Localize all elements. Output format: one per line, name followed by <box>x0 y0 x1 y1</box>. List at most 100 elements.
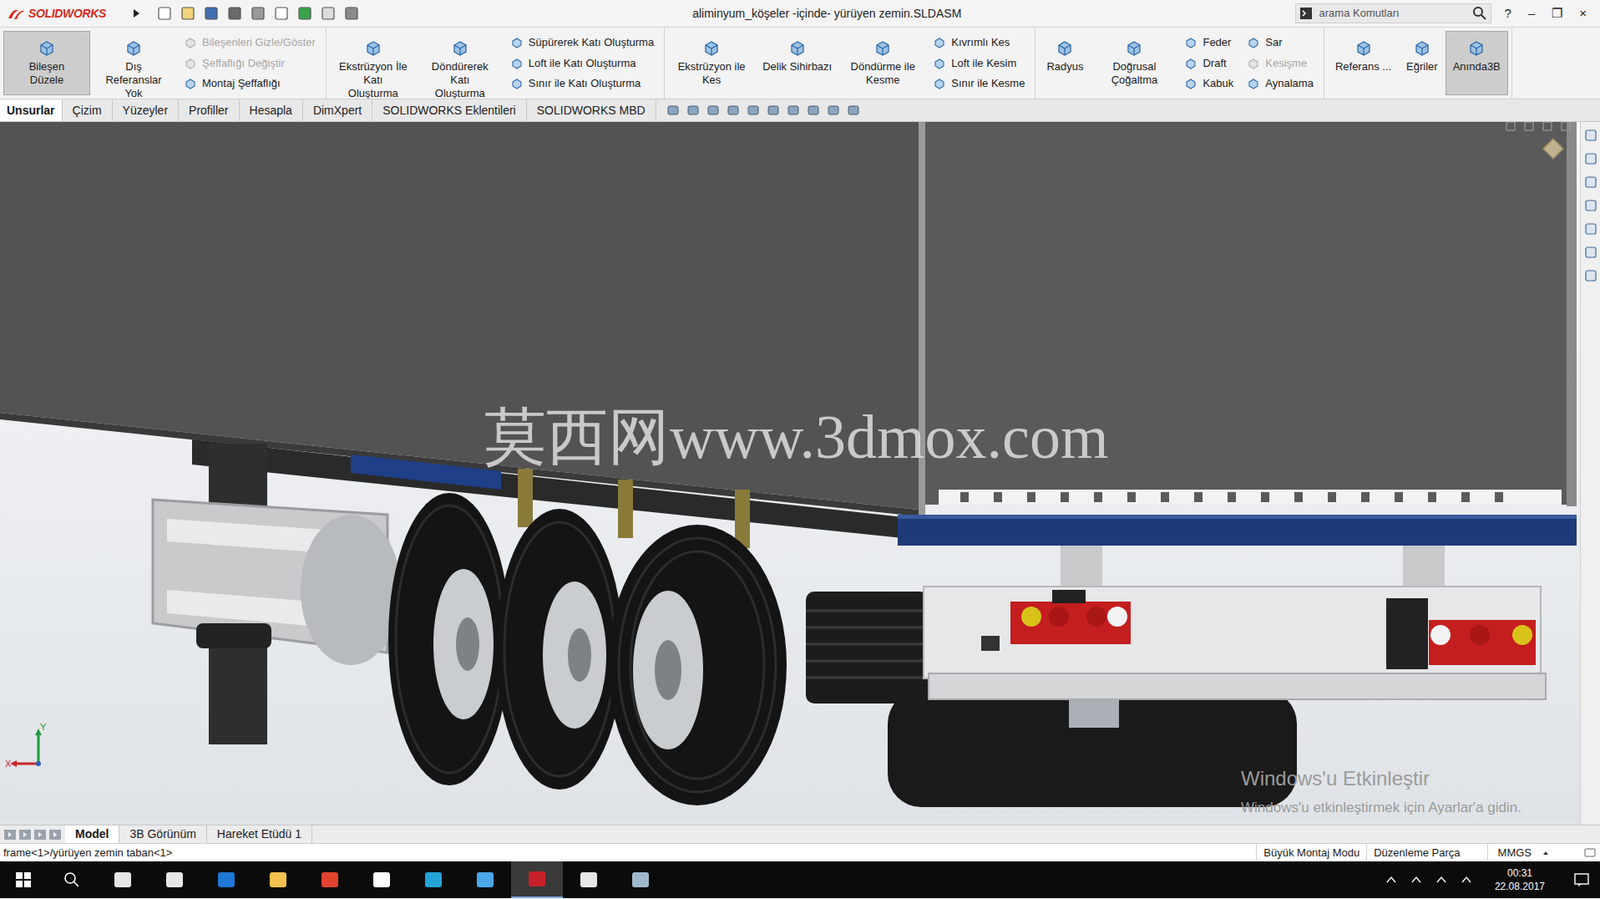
battery-icon[interactable] <box>1409 872 1423 887</box>
ribbon-button[interactable]: Anında3B <box>1445 30 1509 96</box>
last-tab-icon[interactable] <box>48 827 62 841</box>
section-view-icon[interactable] <box>726 103 740 117</box>
file-explorer-icon[interactable] <box>1584 175 1598 189</box>
rebuild-icon[interactable] <box>297 5 313 21</box>
ribbon-small-button[interactable]: Kıvrımlı Kes <box>932 34 1025 51</box>
model-tab[interactable]: Model <box>65 825 120 843</box>
ribbon-button[interactable]: Döndürme ile Kesme <box>839 30 927 96</box>
ribbon-small-button[interactable]: Süpürerek Katı Oluşturma <box>510 34 654 51</box>
taskbar-app[interactable] <box>511 860 563 898</box>
ribbon-small-button[interactable]: Montaj Şeffaflığı <box>183 75 316 92</box>
appearance-icon[interactable] <box>826 103 841 117</box>
help-button[interactable]: ? <box>1501 4 1515 24</box>
status-item[interactable]: MMGS <box>1487 844 1542 861</box>
taskbar-app[interactable] <box>355 860 408 898</box>
ribbon-small-button[interactable]: Feder <box>1184 34 1234 51</box>
ribbon-small-button[interactable]: Draft <box>1184 55 1234 72</box>
command-tab[interactable]: SOLIDWORKS Eklentileri <box>372 99 527 122</box>
wifi-icon[interactable] <box>1434 872 1449 887</box>
unit-menu-icon[interactable] <box>1541 848 1584 857</box>
taskbar-app[interactable] <box>562 860 615 898</box>
zoom-fit-icon[interactable] <box>666 103 680 117</box>
command-tab[interactable]: DimXpert <box>303 99 373 122</box>
taskbar-app[interactable] <box>407 860 460 898</box>
viewport-restore-icon[interactable] <box>1559 121 1572 132</box>
new-icon[interactable] <box>156 5 173 21</box>
expand-menu-icon[interactable] <box>125 8 147 19</box>
graphics-area[interactable]: 莫西网www.3dmox.comWindows'u EtkinleştirWin… <box>0 121 1600 825</box>
action-center-icon[interactable] <box>1566 870 1590 888</box>
ribbon-button[interactable]: Ekstrüzyon ile Kes <box>668 30 755 96</box>
start-icon[interactable] <box>0 870 47 888</box>
command-tab[interactable]: Profiller <box>178 99 239 122</box>
display-style-icon[interactable] <box>786 103 800 117</box>
design-library-icon[interactable] <box>1584 151 1598 166</box>
open-icon[interactable] <box>180 5 196 21</box>
model-tab[interactable]: Hareket Etüdü 1 <box>207 825 313 843</box>
next-tab-icon[interactable] <box>33 827 47 841</box>
options-icon[interactable] <box>344 5 360 21</box>
ribbon-small-button[interactable]: Kabuk <box>1184 75 1234 92</box>
restore-button[interactable]: ❐ <box>1548 4 1566 24</box>
ribbon-button[interactable]: Ekstrüzyon İle Katı Oluşturma <box>329 30 417 96</box>
view-orientation-icon[interactable] <box>766 103 780 117</box>
custom-properties-icon[interactable] <box>1584 245 1598 259</box>
command-tab[interactable]: Çizim <box>62 99 113 122</box>
search-box[interactable] <box>1295 3 1492 24</box>
volume-icon[interactable] <box>1459 872 1474 887</box>
ribbon-button[interactable]: Eğriler <box>1398 30 1446 96</box>
dynamic-annotation-icon[interactable] <box>746 103 760 117</box>
taskbar-app[interactable] <box>200 860 253 898</box>
previous-tab-icon[interactable] <box>18 827 32 841</box>
view-cube-icon[interactable] <box>1536 131 1570 166</box>
show-hidden-icons-icon[interactable] <box>1384 872 1398 887</box>
taskbar-app[interactable] <box>614 860 667 898</box>
home-icon[interactable] <box>1584 128 1598 142</box>
select-icon[interactable] <box>273 5 289 21</box>
ribbon-small-button[interactable]: Sar <box>1246 34 1314 51</box>
print-icon[interactable] <box>227 5 243 21</box>
first-tab-icon[interactable] <box>3 827 17 841</box>
command-tab[interactable]: SOLIDWORKS MBD <box>526 99 657 122</box>
clock[interactable]: 00:3122.08.2017 <box>1484 865 1555 893</box>
trailer-model[interactable] <box>0 121 1600 825</box>
forum-icon[interactable] <box>1584 268 1598 283</box>
ribbon-button[interactable]: Radyus <box>1038 30 1091 96</box>
viewport-tile-icon[interactable] <box>1523 121 1535 132</box>
undo-icon[interactable] <box>250 5 266 21</box>
taskbar-app[interactable] <box>96 860 149 898</box>
ribbon-button[interactable]: Delik Sihirbazı <box>754 30 840 96</box>
ribbon-small-button[interactable]: Sınır ile Kesme <box>932 75 1025 92</box>
taskbar-app[interactable] <box>252 860 304 898</box>
ribbon-button[interactable]: Döndürerek Katı Oluşturma <box>416 30 504 96</box>
appearances-icon[interactable] <box>1584 222 1598 236</box>
hide-show-icon[interactable] <box>806 103 821 117</box>
zoom-area-icon[interactable] <box>686 103 700 117</box>
ribbon-small-button[interactable]: Loft ile Katı Oluşturma <box>510 55 654 72</box>
taskbar-app[interactable] <box>459 860 512 898</box>
command-tab[interactable]: Yüzeyler <box>112 99 179 122</box>
search-icon[interactable] <box>1468 5 1491 21</box>
taskbar-app[interactable] <box>148 860 201 898</box>
ribbon-button[interactable]: Bileşen Düzele <box>3 30 91 96</box>
viewport-minimize-icon[interactable] <box>1541 121 1554 132</box>
scene-icon[interactable] <box>846 103 861 117</box>
ribbon-button[interactable]: Doğrusal Çoğaltma <box>1090 30 1178 96</box>
command-tab[interactable]: Hesapla <box>239 99 304 122</box>
ribbon-button[interactable]: Dış Referanslar Yok <box>90 30 178 96</box>
feedback-icon[interactable] <box>1583 845 1600 860</box>
view-palette-icon[interactable] <box>1584 198 1598 213</box>
viewport-split-icon[interactable] <box>1504 121 1517 132</box>
taskbar-app[interactable] <box>303 860 356 898</box>
ribbon-small-button[interactable]: Aynalama <box>1246 75 1314 92</box>
solidworks-logo[interactable]: SOLIDWORKS <box>0 0 126 27</box>
model-tab[interactable]: 3B Görünüm <box>119 825 207 843</box>
previous-view-icon[interactable] <box>706 103 720 117</box>
command-tab[interactable]: Unsurlar <box>0 99 63 122</box>
file-properties-icon[interactable] <box>320 5 336 21</box>
close-button[interactable]: × <box>1575 4 1590 24</box>
search-icon[interactable] <box>46 870 97 888</box>
search-input[interactable] <box>1316 5 1469 22</box>
ribbon-small-button[interactable]: Sınır ile Katı Oluşturma <box>510 75 654 92</box>
minimize-button[interactable]: – <box>1524 4 1539 24</box>
